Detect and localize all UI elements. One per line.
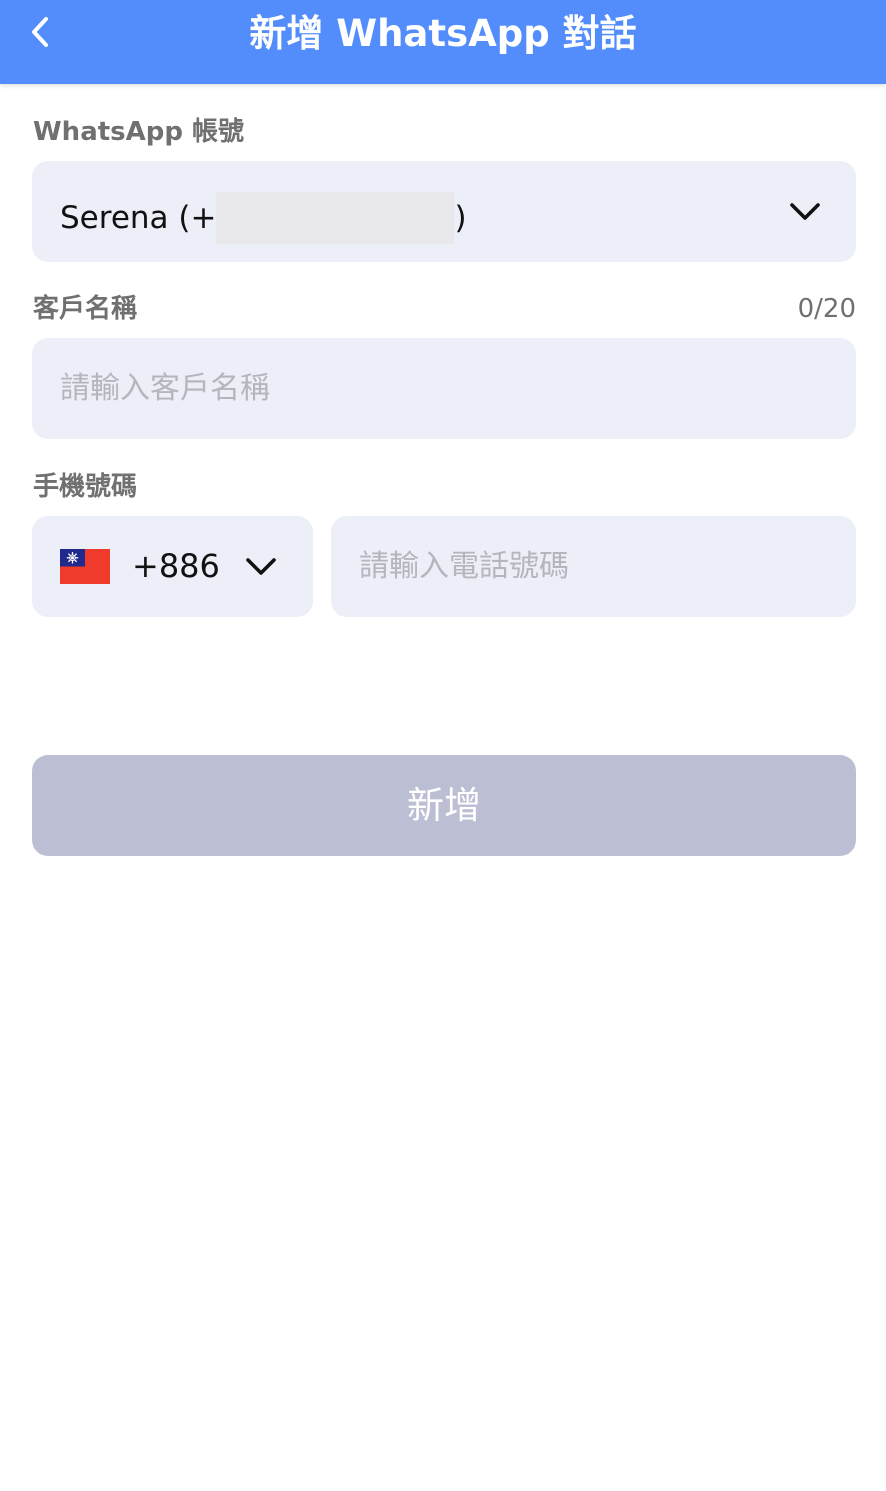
redacted-phone-block [216, 192, 455, 244]
dial-code-value: +886 [132, 547, 220, 585]
app-header: 新增 WhatsApp 對話 [0, 0, 886, 84]
phone-number-label: 手機號碼 [33, 472, 138, 502]
account-name-prefix: Serena (+ [60, 200, 217, 236]
whatsapp-account-label: WhatsApp 帳號 [33, 117, 245, 147]
selected-account-value: Serena (+) [60, 192, 467, 244]
phone-number-field[interactable] [331, 516, 856, 617]
character-counter: 0/20 [797, 294, 856, 324]
customer-name-field[interactable] [32, 338, 856, 439]
account-name-suffix: ) [454, 200, 467, 236]
taiwan-flag-icon [60, 549, 110, 584]
customer-name-input[interactable] [32, 338, 856, 439]
chevron-down-icon [246, 558, 276, 575]
country-code-select[interactable]: +886 [32, 516, 313, 617]
add-button[interactable]: 新增 [32, 755, 856, 856]
customer-name-label: 客戶名稱 [33, 294, 138, 324]
page-title: 新增 WhatsApp 對話 [249, 12, 637, 55]
new-whatsapp-conversation-page: 新增 WhatsApp 對話 WhatsApp 帳號 Serena (+) 客戶… [0, 0, 886, 1491]
chevron-down-icon [790, 203, 820, 220]
whatsapp-account-select[interactable]: Serena (+) [32, 161, 856, 262]
phone-number-input[interactable] [331, 516, 856, 617]
